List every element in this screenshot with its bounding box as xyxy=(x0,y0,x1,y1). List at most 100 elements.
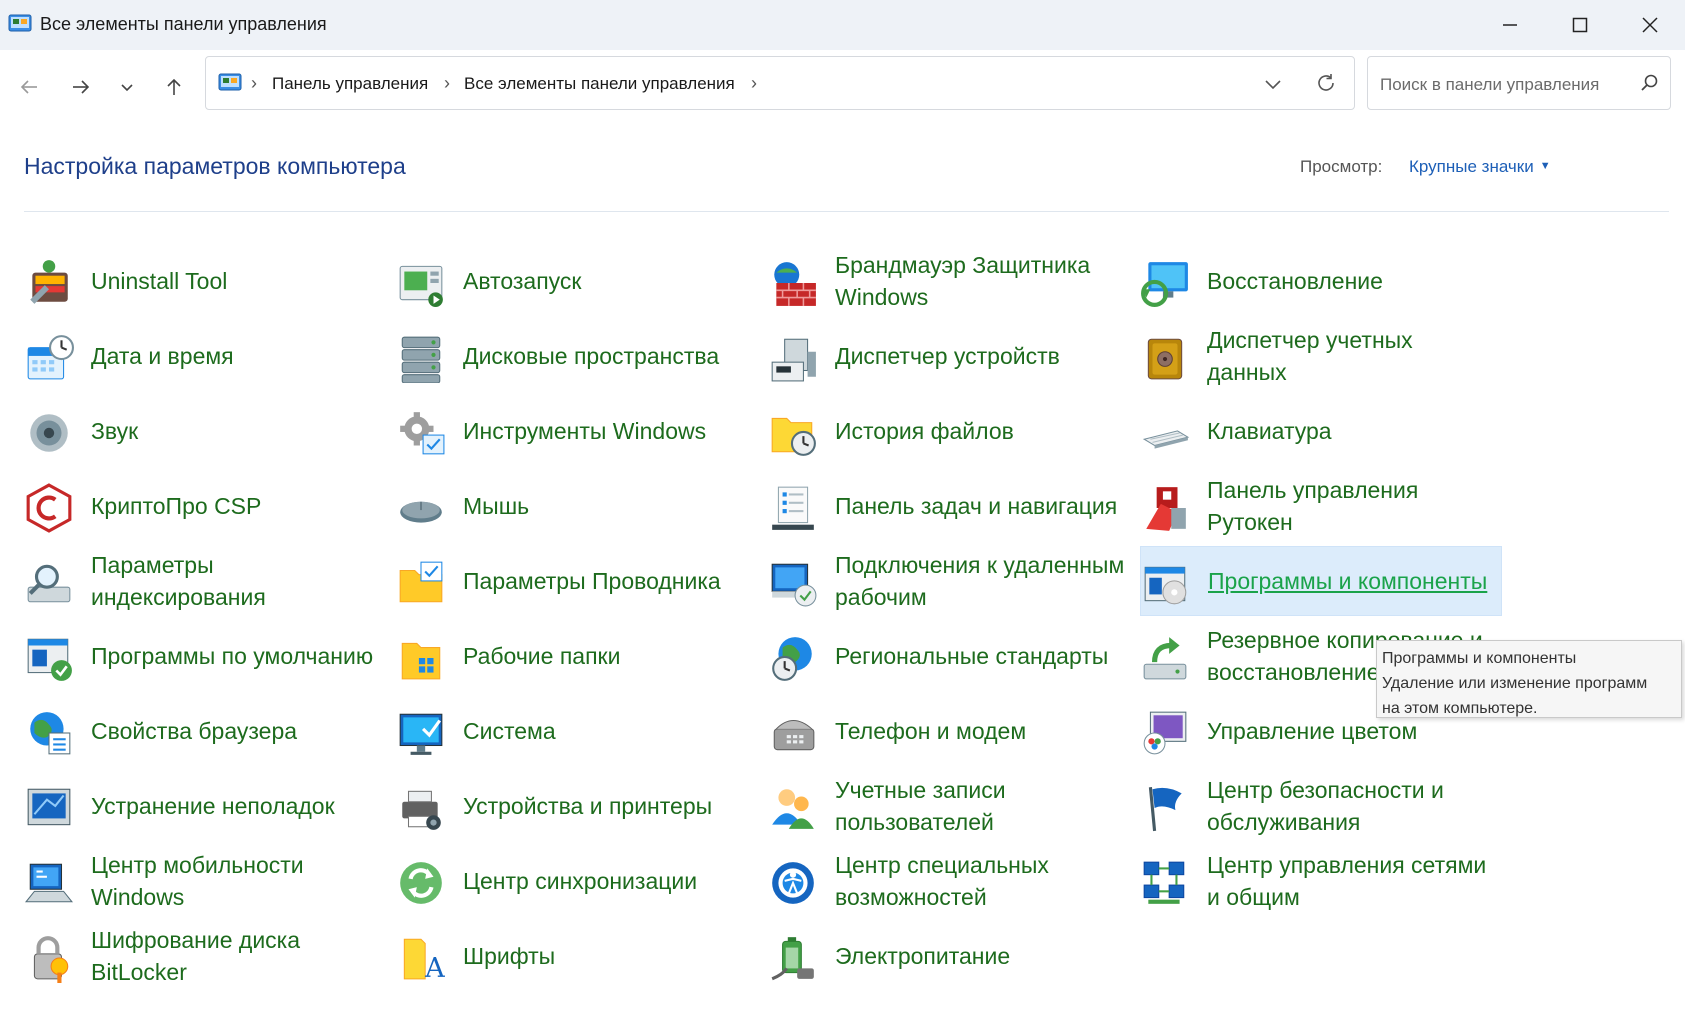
breadcrumb-chevron-icon[interactable]: › xyxy=(751,73,757,94)
control-panel-item[interactable]: Центр мобильности Windows xyxy=(24,846,386,916)
control-panel-item[interactable]: Учетные записи пользователей xyxy=(768,771,1130,841)
control-panel-item[interactable]: Диспетчер учетных данных xyxy=(1140,321,1502,391)
view-mode-dropdown[interactable]: Крупные значки ▼ xyxy=(1409,157,1551,177)
control-panel-item-label[interactable]: Центр специальных возможностей xyxy=(835,849,1125,913)
control-panel-item[interactable]: Мышь xyxy=(396,471,758,541)
control-panel-item-label[interactable]: Региональные стандарты xyxy=(835,640,1125,672)
control-panel-item-label[interactable]: Центр синхронизации xyxy=(463,865,753,897)
control-panel-item-label[interactable]: Программы по умолчанию xyxy=(91,640,381,672)
control-panel-items: Uninstall Tool Автозапуск Брандмауэр Защит… xyxy=(0,230,1685,1010)
control-panel-item-label[interactable]: Электропитание xyxy=(835,940,1125,972)
control-panel-item-label[interactable]: Клавиатура xyxy=(1207,415,1497,447)
control-panel-item-label[interactable]: Рабочие папки xyxy=(463,640,753,672)
control-panel-item[interactable]: История файлов xyxy=(768,396,1130,466)
control-panel-item[interactable]: Подключения к удаленным рабочим xyxy=(768,546,1130,616)
control-panel-item-label[interactable]: Шифрование диска BitLocker xyxy=(91,924,381,988)
control-panel-item-label[interactable]: Свойства браузера xyxy=(91,715,381,747)
control-panel-item-label[interactable]: Устройства и принтеры xyxy=(463,790,753,822)
control-panel-item[interactable]: Рабочие папки xyxy=(396,621,758,691)
control-panel-item[interactable]: Диспетчер устройств xyxy=(768,321,1130,391)
control-panel-item[interactable]: Устройства и принтеры xyxy=(396,771,758,841)
control-panel-item-label[interactable]: Учетные записи пользователей xyxy=(835,774,1125,838)
forward-button[interactable] xyxy=(64,70,98,104)
control-panel-item-label[interactable]: Мышь xyxy=(463,490,753,522)
control-panel-item[interactable]: Центр специальных возможностей xyxy=(768,846,1130,916)
date-time-icon xyxy=(27,335,74,380)
control-panel-item-label[interactable]: Брандмауэр Защитника Windows xyxy=(835,249,1125,313)
control-panel-item-label[interactable]: Панель управления Рутокен xyxy=(1207,474,1497,538)
control-panel-item[interactable]: Звук xyxy=(24,396,386,466)
control-panel-item[interactable]: Панель управления Рутокен xyxy=(1140,471,1502,541)
maximize-button[interactable] xyxy=(1545,0,1615,50)
breadcrumb-control-panel[interactable]: Панель управления xyxy=(272,74,428,94)
control-panel-item-label[interactable]: Подключения к удаленным рабочим xyxy=(835,549,1125,613)
control-panel-item[interactable]: Программы и компоненты xyxy=(1140,546,1502,616)
control-panel-item[interactable]: Дисковые пространства xyxy=(396,321,758,391)
control-panel-item[interactable]: Шифрование диска BitLocker xyxy=(24,921,386,991)
control-panel-item-label[interactable]: КриптоПро CSP xyxy=(91,490,381,522)
control-panel-item[interactable]: Телефон и модем xyxy=(768,696,1130,766)
control-panel-item-label[interactable]: Дисковые пространства xyxy=(463,340,753,372)
control-panel-item[interactable]: Система xyxy=(396,696,758,766)
minimize-button[interactable] xyxy=(1475,0,1545,50)
control-panel-item-label[interactable]: Система xyxy=(463,715,753,747)
control-panel-item[interactable]: Брандмауэр Защитника Windows xyxy=(768,246,1130,316)
control-panel-item[interactable]: Uninstall Tool xyxy=(24,246,386,316)
control-panel-item-label[interactable]: Инструменты Windows xyxy=(463,415,753,447)
control-panel-item-label[interactable]: Параметры Проводника xyxy=(463,565,753,597)
address-bar[interactable]: › Панель управления › Все элементы панел… xyxy=(205,56,1355,110)
header-divider xyxy=(24,211,1669,212)
control-panel-item[interactable]: Программы по умолчанию xyxy=(24,621,386,691)
control-panel-item[interactable]: Клавиатура xyxy=(1140,396,1502,466)
close-button[interactable] xyxy=(1615,0,1685,50)
control-panel-item[interactable]: Центр управления сетями и общим xyxy=(1140,846,1502,916)
taskbar-icon xyxy=(772,486,814,530)
control-panel-item-label[interactable]: Центр управления сетями и общим xyxy=(1207,849,1497,913)
control-panel-item-label[interactable]: Восстановление xyxy=(1207,265,1497,297)
control-panel-item[interactable]: Параметры индексирования xyxy=(24,546,386,616)
control-panel-item[interactable]: A Шрифты xyxy=(396,921,758,991)
control-panel-item[interactable]: Дата и время xyxy=(24,321,386,391)
view-mode-value[interactable]: Крупные значки xyxy=(1409,157,1534,176)
control-panel-item-label[interactable]: Диспетчер устройств xyxy=(835,340,1125,372)
recent-locations-button[interactable] xyxy=(110,70,144,104)
control-panel-item[interactable]: Электропитание xyxy=(768,921,1130,991)
control-panel-item-label[interactable]: Программы и компоненты xyxy=(1208,565,1498,597)
control-panel-item-label[interactable]: Звук xyxy=(91,415,381,447)
control-panel-item-label[interactable]: История файлов xyxy=(835,415,1125,447)
control-panel-item-label[interactable]: Телефон и модем xyxy=(835,715,1125,747)
breadcrumb-chevron-icon[interactable]: › xyxy=(444,73,450,94)
control-panel-item-label[interactable]: Устранение неполадок xyxy=(91,790,381,822)
control-panel-item-label[interactable]: Центр безопасности и обслуживания xyxy=(1207,774,1497,838)
control-panel-item-label[interactable]: Параметры индексирования xyxy=(91,549,381,613)
control-panel-item[interactable]: Региональные стандарты xyxy=(768,621,1130,691)
control-panel-item[interactable]: Параметры Проводника xyxy=(396,546,758,616)
control-panel-item[interactable]: Свойства браузера xyxy=(24,696,386,766)
control-panel-item[interactable]: Центр безопасности и обслуживания xyxy=(1140,771,1502,841)
search-box[interactable]: Поиск в панели управления xyxy=(1367,56,1671,110)
address-history-button[interactable] xyxy=(1262,73,1284,95)
search-icon[interactable] xyxy=(1640,73,1660,93)
control-panel-item[interactable]: Восстановление xyxy=(1140,246,1502,316)
control-panel-item-label[interactable]: Диспетчер учетных данных xyxy=(1207,324,1497,388)
breadcrumb-chevron-icon[interactable]: › xyxy=(251,73,257,94)
control-panel-item-label[interactable]: Дата и время xyxy=(91,340,381,372)
control-panel-item-label[interactable]: Панель задач и навигация xyxy=(835,490,1125,522)
breadcrumb-all-items[interactable]: Все элементы панели управления xyxy=(464,74,735,94)
control-panel-item-label[interactable]: Шрифты xyxy=(463,940,753,972)
control-panel-item-label[interactable]: Центр мобильности Windows xyxy=(91,849,381,913)
up-button[interactable] xyxy=(157,70,191,104)
back-button[interactable] xyxy=(12,70,46,104)
refresh-icon[interactable] xyxy=(1314,71,1338,95)
control-panel-item[interactable]: КриптоПро CSP xyxy=(24,471,386,541)
control-panel-item[interactable]: Автозапуск xyxy=(396,246,758,316)
control-panel-item[interactable]: Панель задач и навигация xyxy=(768,471,1130,541)
control-panel-item[interactable]: Устранение неполадок xyxy=(24,771,386,841)
control-panel-item-label[interactable]: Uninstall Tool xyxy=(91,265,381,297)
search-input[interactable]: Поиск в панели управления xyxy=(1380,75,1599,95)
control-panel-item-label[interactable]: Автозапуск xyxy=(463,265,753,297)
control-panel-item[interactable]: Инструменты Windows xyxy=(396,396,758,466)
control-panel-icon xyxy=(8,14,32,32)
control-panel-item[interactable]: Центр синхронизации xyxy=(396,846,758,916)
credential-manager-icon xyxy=(1147,338,1183,380)
